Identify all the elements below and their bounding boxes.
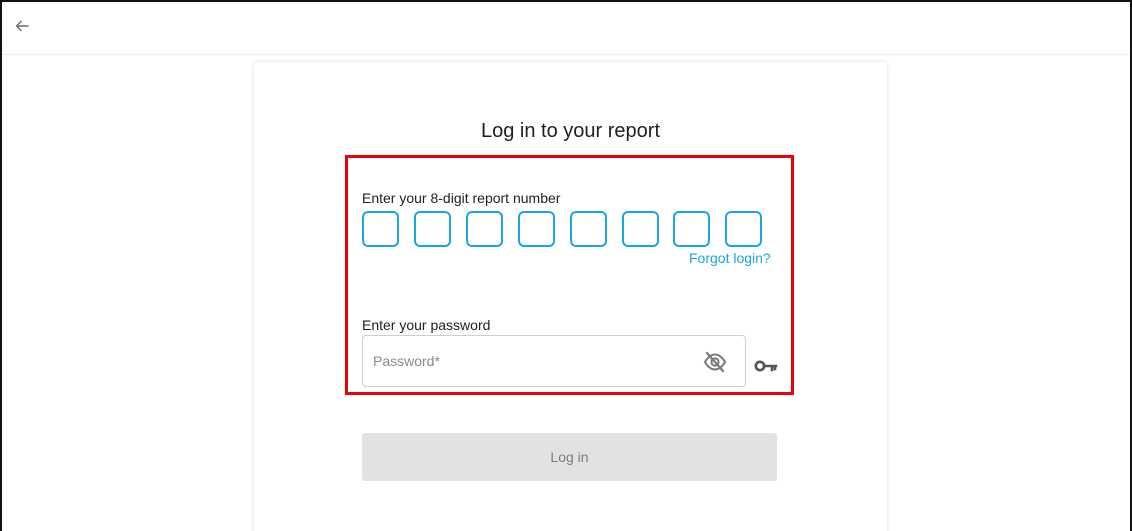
forgot-login-link[interactable]: Forgot login? xyxy=(689,250,771,266)
password-field xyxy=(362,335,746,387)
report-digit-7[interactable] xyxy=(673,211,710,247)
report-digit-4[interactable] xyxy=(518,211,555,247)
arrow-left-icon xyxy=(15,20,29,32)
report-digit-8[interactable] xyxy=(725,211,762,247)
report-digit-2[interactable] xyxy=(414,211,451,247)
back-button[interactable] xyxy=(10,14,34,38)
password-input[interactable] xyxy=(373,350,693,372)
login-button[interactable]: Log in xyxy=(362,433,777,481)
key-icon xyxy=(754,360,778,372)
password-label: Enter your password xyxy=(362,317,491,333)
toggle-password-visibility-button[interactable] xyxy=(703,350,727,374)
report-digit-3[interactable] xyxy=(466,211,503,247)
report-digit-6[interactable] xyxy=(622,211,659,247)
page-title: Log in to your report xyxy=(481,120,660,142)
report-number-label: Enter your 8-digit report number xyxy=(362,190,561,206)
eye-off-icon xyxy=(703,351,727,373)
report-digit-5[interactable] xyxy=(570,211,607,247)
password-manager-button[interactable] xyxy=(754,358,778,374)
top-bar xyxy=(2,2,1130,55)
report-digit-1[interactable] xyxy=(362,211,399,247)
